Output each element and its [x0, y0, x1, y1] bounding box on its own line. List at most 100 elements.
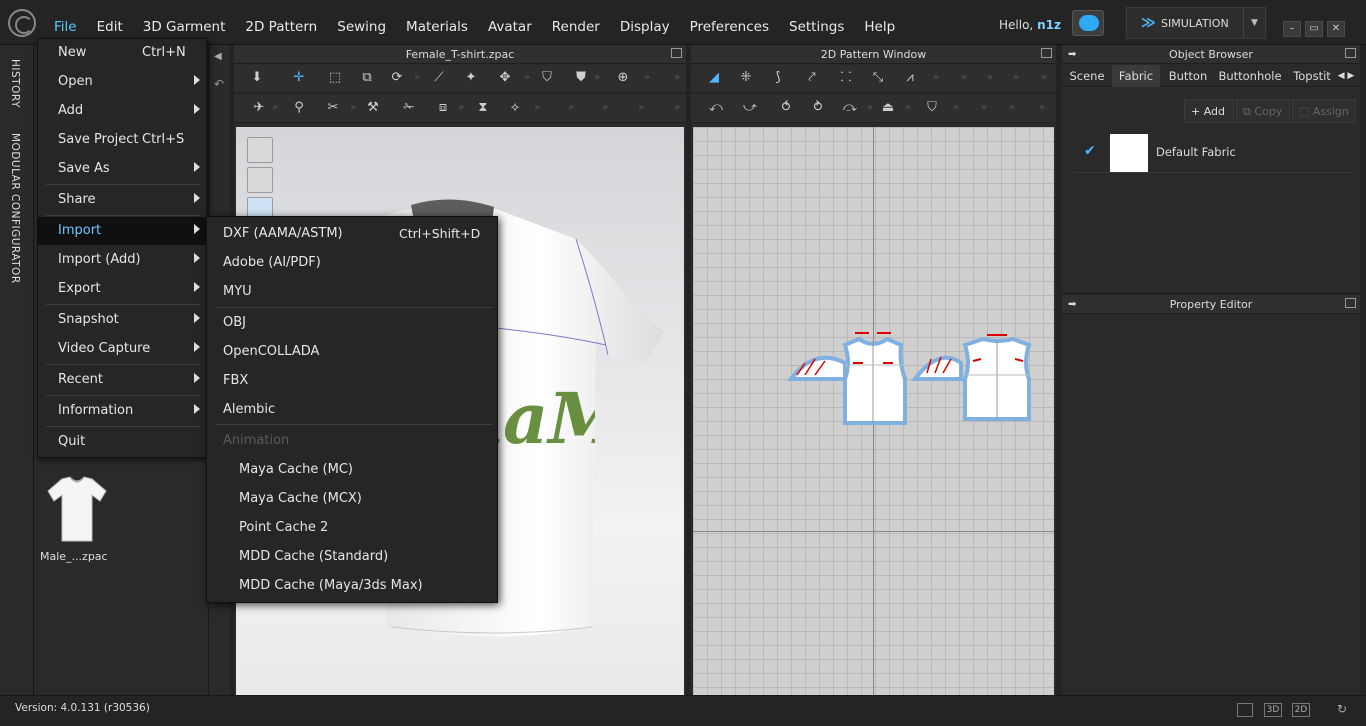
restore-button[interactable]: ▭	[1305, 21, 1323, 37]
import-adobe[interactable]: Adobe (AI/PDF)	[207, 246, 497, 274]
arrange-icon[interactable]: ⧈	[434, 100, 452, 116]
menu-2d-pattern[interactable]: 2D Pattern	[235, 0, 327, 45]
transform-pattern-icon[interactable]: ◢	[705, 70, 723, 86]
fabric-list-item[interactable]: ✔ Default Fabric	[1074, 133, 1354, 173]
menu-item-add[interactable]: Add	[38, 97, 206, 125]
iron-icon[interactable]: ⏏	[879, 100, 897, 116]
import-myu[interactable]: MYU	[207, 275, 497, 303]
import-alembic[interactable]: Alembic	[207, 393, 497, 421]
dart-icon[interactable]: ⩘	[901, 70, 919, 86]
menu-item-save-as[interactable]: Save As	[38, 155, 206, 183]
popout-icon[interactable]	[1041, 48, 1052, 58]
pin-tool-icon[interactable]: ⚲	[290, 100, 308, 116]
import-mdd-standard[interactable]: MDD Cache (Standard)	[207, 540, 497, 568]
menu-display[interactable]: Display	[610, 0, 680, 45]
add-fabric-button[interactable]: + Add	[1184, 99, 1234, 123]
cloud-button[interactable]	[1072, 10, 1104, 36]
import-maya-mcx[interactable]: Maya Cache (MCX)	[207, 482, 497, 510]
menu-item-share[interactable]: Share	[38, 186, 206, 214]
menu-item-quit[interactable]: Quit	[38, 428, 206, 456]
rotate-icon[interactable]: ⟳	[388, 70, 406, 86]
avatar-icon[interactable]: ⛊	[572, 70, 590, 86]
minimize-button[interactable]: –	[1283, 21, 1301, 37]
tab-scroll-arrows-icon[interactable]: ◀ ▶	[1334, 65, 1358, 87]
edit-point-icon[interactable]: ⁜	[737, 70, 755, 86]
panel-arrow-icon[interactable]: ➡	[1068, 295, 1076, 314]
menu-help[interactable]: Help	[854, 0, 905, 45]
close-button[interactable]: ✕	[1327, 21, 1345, 37]
add-point-icon[interactable]: ⸬	[837, 70, 855, 86]
2d-only-button[interactable]: 2D	[1292, 703, 1310, 717]
copy-fabric-button[interactable]: ⧉ Copy	[1236, 99, 1290, 123]
fold-arrow-icon[interactable]: ⬇	[248, 70, 266, 86]
menu-settings[interactable]: Settings	[779, 0, 854, 45]
tack-icon[interactable]: ✦	[462, 70, 480, 86]
back-arrow-icon[interactable]: ↶	[214, 77, 224, 91]
menu-materials[interactable]: Materials	[396, 0, 478, 45]
scissor-icon[interactable]: ✂	[324, 100, 342, 116]
menu-item-export[interactable]: Export	[38, 275, 206, 303]
internal-line-icon[interactable]: ⤡	[869, 70, 887, 86]
panel-arrow-icon[interactable]: ➡	[1068, 45, 1076, 64]
import-opencollada[interactable]: OpenCOLLADA	[207, 335, 497, 363]
menu-item-recent[interactable]: Recent	[38, 366, 206, 394]
check-sew-icon[interactable]: ⥁	[809, 100, 827, 116]
fabric-tool-icon[interactable]: ⛉	[923, 100, 941, 116]
select-box-icon[interactable]: ⬚	[326, 70, 344, 86]
menu-render[interactable]: Render	[542, 0, 610, 45]
free-sew-icon[interactable]: ⤻	[741, 100, 759, 116]
segment-sew-icon[interactable]: ⤺	[707, 100, 725, 116]
back-bodice[interactable]	[962, 334, 1032, 421]
tab-scene[interactable]: Scene	[1062, 65, 1112, 87]
tab-history[interactable]: HISTORY	[9, 59, 21, 108]
import-fbx[interactable]: FBX	[207, 364, 497, 392]
refresh-icon[interactable]: ↻	[1334, 703, 1350, 717]
select-move-icon[interactable]: ✛	[290, 70, 308, 86]
import-obj[interactable]: OBJ	[207, 306, 497, 334]
tshirt-icon[interactable]: ⛉	[538, 70, 556, 86]
menu-avatar[interactable]: Avatar	[478, 0, 542, 45]
male-tshirt-thumbnail[interactable]	[42, 473, 112, 545]
import-mdd-maya[interactable]: MDD Cache (Maya/3ds Max)	[207, 569, 497, 597]
assign-fabric-button[interactable]: ⬚ Assign	[1292, 99, 1356, 123]
edit-curve-icon[interactable]: ⟆	[769, 70, 787, 86]
import-dxf[interactable]: DXF (AAMA/ASTM) Ctrl+Shift+D	[207, 217, 497, 245]
sew-icon[interactable]: ⚒	[364, 100, 382, 116]
avatar-pose-icon[interactable]: ✈	[250, 100, 268, 116]
menu-preferences[interactable]: Preferences	[680, 0, 779, 45]
menu-item-information[interactable]: Information	[38, 397, 206, 425]
simulation-button[interactable]: ≫ SIMULATION ▼	[1126, 7, 1266, 39]
3d-only-button[interactable]: 3D	[1264, 703, 1282, 717]
front-bodice[interactable]	[842, 332, 907, 425]
pin-icon[interactable]: ⟋	[430, 70, 448, 86]
import-maya-mc[interactable]: Maya Cache (MC)	[207, 453, 497, 481]
menu-item-import-add[interactable]: Import (Add)	[38, 246, 206, 274]
sleeve-right[interactable]	[910, 355, 963, 381]
tab-button[interactable]: Button	[1162, 65, 1214, 87]
menu-item-open[interactable]: Open	[38, 68, 206, 96]
viewport-2d[interactable]	[693, 127, 1054, 695]
collapse-arrow-icon[interactable]: ◀	[214, 51, 222, 62]
sleeve-left[interactable]	[786, 355, 847, 381]
menu-item-video-capture[interactable]: Video Capture	[38, 335, 206, 363]
popout-icon[interactable]	[671, 48, 682, 58]
3d-2d-layout-icon[interactable]	[1237, 703, 1253, 717]
tab-topstitch[interactable]: Topstit	[1290, 65, 1334, 87]
popout-icon[interactable]	[1345, 48, 1356, 58]
tab-buttonhole[interactable]: Buttonhole	[1214, 65, 1286, 87]
menu-sewing[interactable]: Sewing	[327, 0, 396, 45]
menu-item-new[interactable]: New Ctrl+N	[38, 39, 206, 67]
garment-fit-icon[interactable]: ✥	[496, 70, 514, 86]
topstitch-icon[interactable]: ⧗	[474, 100, 492, 116]
tack-sew-icon[interactable]: ⤼	[841, 100, 859, 116]
tab-fabric[interactable]: Fabric	[1112, 65, 1160, 87]
tab-modular-configurator[interactable]: MODULAR CONFIGURATOR	[9, 133, 21, 284]
measure-icon[interactable]: ⊕	[614, 70, 632, 86]
button-tool-icon[interactable]: ⟡	[506, 100, 524, 116]
menu-item-import[interactable]: Import	[38, 217, 206, 245]
simulation-dropdown-icon[interactable]: ▼	[1243, 8, 1265, 38]
username[interactable]: n1z	[1037, 18, 1061, 32]
popout-icon[interactable]	[1345, 298, 1356, 308]
transform-icon[interactable]: ⧉	[358, 70, 376, 86]
import-point-cache[interactable]: Point Cache 2	[207, 511, 497, 539]
